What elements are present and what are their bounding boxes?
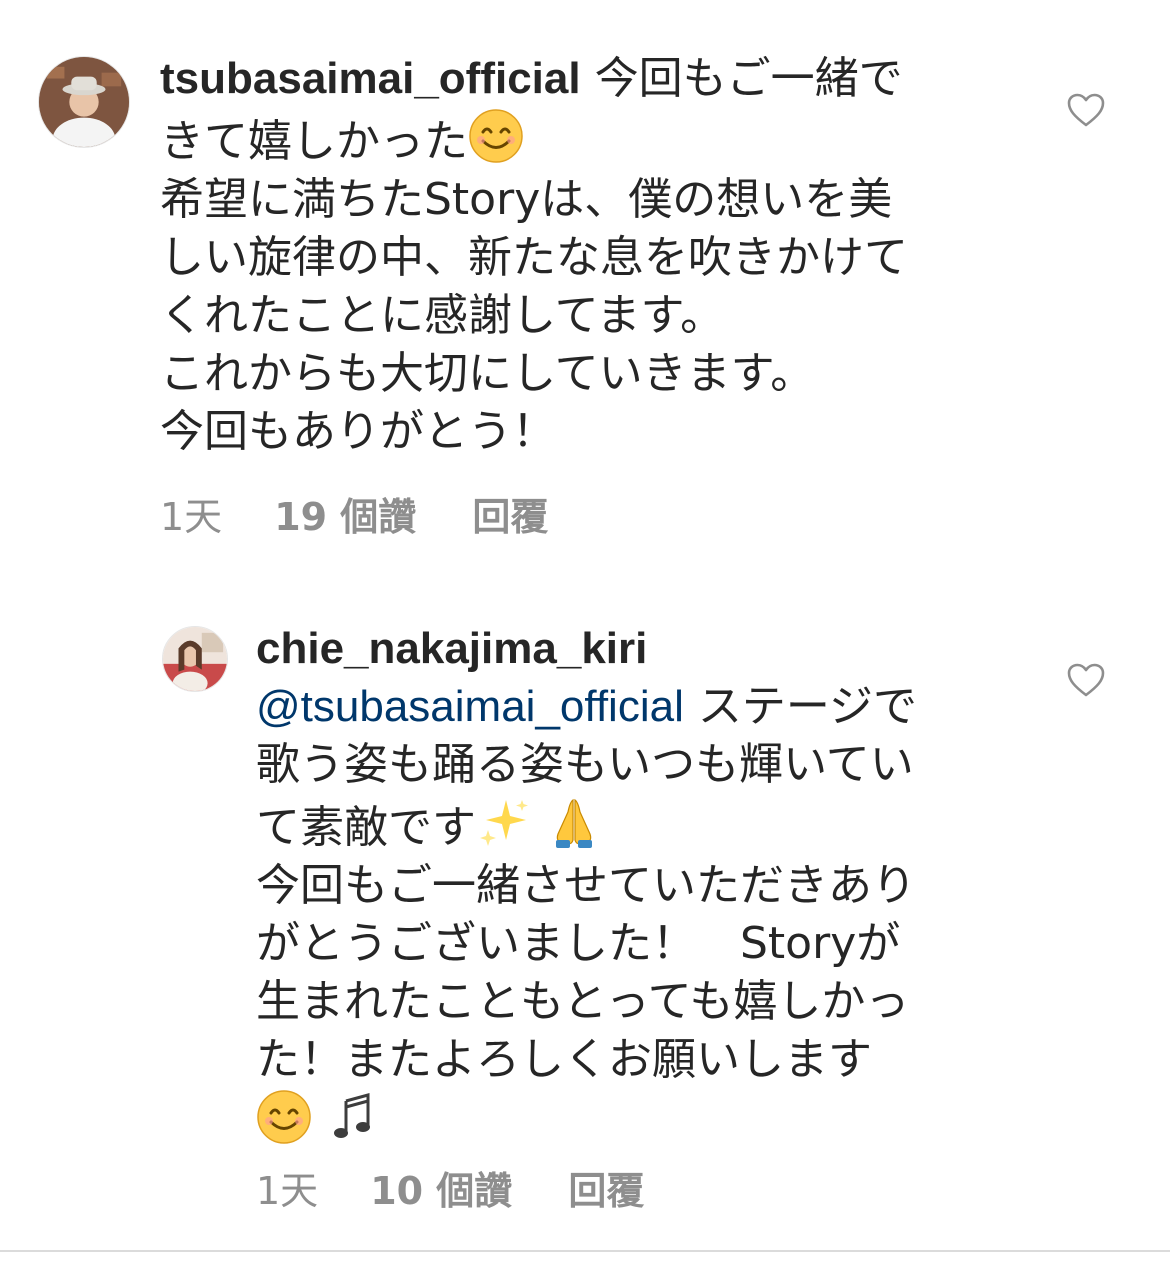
comment-username[interactable]: chie_nakajima_kiri xyxy=(256,624,647,673)
comment-text: ステージで xyxy=(683,681,917,732)
comment-meta: 1天 10 個讚 回覆 xyxy=(256,1160,644,1215)
sparkles-emoji-icon xyxy=(476,794,532,850)
comment-text: 今回もご一緒させていただきあり がとうございました！ Storyが 生まれたこと… xyxy=(256,860,916,1085)
avatar[interactable] xyxy=(162,626,228,692)
mention-link[interactable]: @tsubasaimai_official xyxy=(256,682,684,731)
comment-body: chie_nakajima_kiri @tsubasaimai_official… xyxy=(256,620,1016,1152)
like-count[interactable]: 10 個讚 xyxy=(370,1160,512,1215)
divider xyxy=(0,1250,1170,1252)
heart-outline-icon[interactable] xyxy=(1066,662,1106,698)
folded-hands-emoji-icon xyxy=(546,794,602,850)
smiling-face-emoji-icon xyxy=(256,1089,312,1145)
reply-button[interactable]: 回覆 xyxy=(568,1160,644,1215)
musical-notes-emoji-icon xyxy=(326,1089,382,1145)
profile-photo-icon xyxy=(163,627,227,691)
comment-2: chie_nakajima_kiri @tsubasaimai_official… xyxy=(0,0,1170,1250)
comment-age: 1天 xyxy=(256,1168,319,1213)
